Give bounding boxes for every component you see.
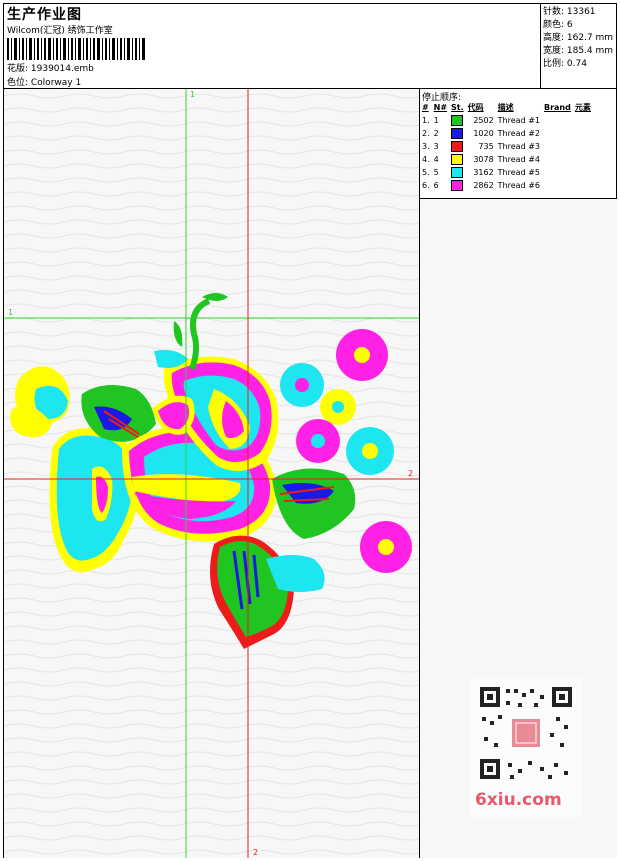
row-n: 6 (433, 181, 439, 190)
row-n: 4 (433, 155, 439, 164)
design-scale: 比例: 0.74 (543, 59, 587, 69)
row-desc: Thread #5 (497, 168, 540, 177)
thread-row: 6. 6 2862 Thread #6 (420, 179, 593, 192)
design-preview: 1 1 2 2 (4, 89, 420, 858)
col-code: 代码 (467, 103, 484, 112)
row-desc: Thread #4 (497, 155, 540, 164)
design-file-name: 花版: 1939014.emb (7, 64, 94, 74)
h-red-label: 2 (408, 469, 413, 478)
flower-yellow (320, 389, 356, 425)
header-info: 生产作业图 Wilcom(汇冠) 绣饰工作室 花版: 1939014.emb 色… (4, 4, 541, 89)
row-code: 735 (478, 142, 494, 151)
flower-cyan-2 (346, 427, 394, 475)
row-element (573, 127, 593, 140)
row-swatch (449, 153, 466, 166)
barcode (7, 38, 145, 60)
row-brand (542, 179, 573, 192)
watermark-text: 6xiu.com (475, 790, 562, 810)
row-code: 2502 (473, 116, 494, 125)
row-brand (542, 127, 573, 140)
row-swatch (449, 166, 466, 179)
row-element (573, 153, 593, 166)
row-desc: Thread #1 (497, 116, 540, 125)
row-index: 3. (422, 142, 430, 151)
thread-sequence-panel: 停止顺序: # N# St. 代码 描述 Brand 元素 1. 1 2502 Thr… (420, 89, 617, 199)
page-title: 生产作业图 (7, 7, 82, 23)
row-desc: Thread #3 (497, 142, 540, 151)
thread-row: 1. 1 2502 Thread #1 (420, 114, 593, 127)
row-n: 3 (433, 142, 439, 151)
thread-color-swatch (451, 128, 464, 139)
row-index: 4. (422, 155, 430, 164)
row-n: 5 (433, 168, 439, 177)
col-brand: Brand (543, 103, 571, 112)
row-n: 1 (433, 116, 439, 125)
thread-row: 4. 4 3078 Thread #4 (420, 153, 593, 166)
col-n: N# (433, 103, 448, 112)
thread-row: 3. 3 735 Thread #3 (420, 140, 593, 153)
thread-row: 2. 2 1020 Thread #2 (420, 127, 593, 140)
row-code: 2862 (473, 181, 494, 190)
col-index: # (422, 103, 429, 112)
v-red-label: 2 (253, 848, 258, 857)
row-desc: Thread #2 (497, 129, 540, 138)
thread-color-swatch (451, 167, 464, 178)
thread-table: # N# St. 代码 描述 Brand 元素 1. 1 2502 Thread #1… (420, 101, 593, 192)
thread-color-swatch (451, 180, 464, 191)
row-brand (542, 140, 573, 153)
row-code: 1020 (473, 129, 494, 138)
col-element: 元素 (574, 103, 591, 112)
row-brand (542, 153, 573, 166)
colorway-label: 色位: Colorway 1 (7, 78, 82, 88)
row-code: 3078 (473, 155, 494, 164)
row-index: 5. (422, 168, 430, 177)
thread-row: 5. 5 3162 Thread #5 (420, 166, 593, 179)
row-index: 1. (422, 116, 430, 125)
row-swatch (449, 127, 466, 140)
stitch-count: 针数: 13361 (543, 7, 596, 17)
embroidery-preview: 1 1 2 2 (4, 89, 419, 858)
row-desc: Thread #6 (497, 181, 540, 190)
thread-color-swatch (451, 141, 464, 152)
row-swatch (449, 140, 466, 153)
thread-color-swatch (451, 115, 464, 126)
row-element (573, 114, 593, 127)
v-green-label: 1 (190, 90, 195, 99)
row-element (573, 140, 593, 153)
row-swatch (449, 179, 466, 192)
flower-magenta-mid (296, 419, 340, 463)
h-green-label: 1 (8, 308, 13, 317)
color-count: 颜色: 6 (543, 20, 573, 30)
row-index: 2. (422, 129, 430, 138)
design-width: 宽度: 185.4 mm (543, 46, 614, 56)
row-element (573, 179, 593, 192)
thread-color-swatch (451, 154, 464, 165)
row-index: 6. (422, 181, 430, 190)
design-stats: 针数: 13361 颜色: 6 高度: 162.7 mm 宽度: 185.4 m… (541, 4, 617, 89)
row-brand (542, 114, 573, 127)
studio-name: Wilcom(汇冠) 绣饰工作室 (7, 26, 113, 36)
row-brand (542, 166, 573, 179)
row-swatch (449, 114, 466, 127)
flower-cyan-1 (280, 363, 324, 407)
col-desc: 描述 (497, 103, 514, 112)
row-element (573, 166, 593, 179)
thread-table-header: # N# St. 代码 描述 Brand 元素 (420, 101, 593, 114)
flower-magenta-top (336, 329, 388, 381)
design-height: 高度: 162.7 mm (543, 33, 614, 43)
row-n: 2 (433, 129, 439, 138)
col-stitch: St. (451, 103, 464, 112)
flower-magenta-bottom (360, 521, 412, 573)
row-code: 3162 (473, 168, 494, 177)
